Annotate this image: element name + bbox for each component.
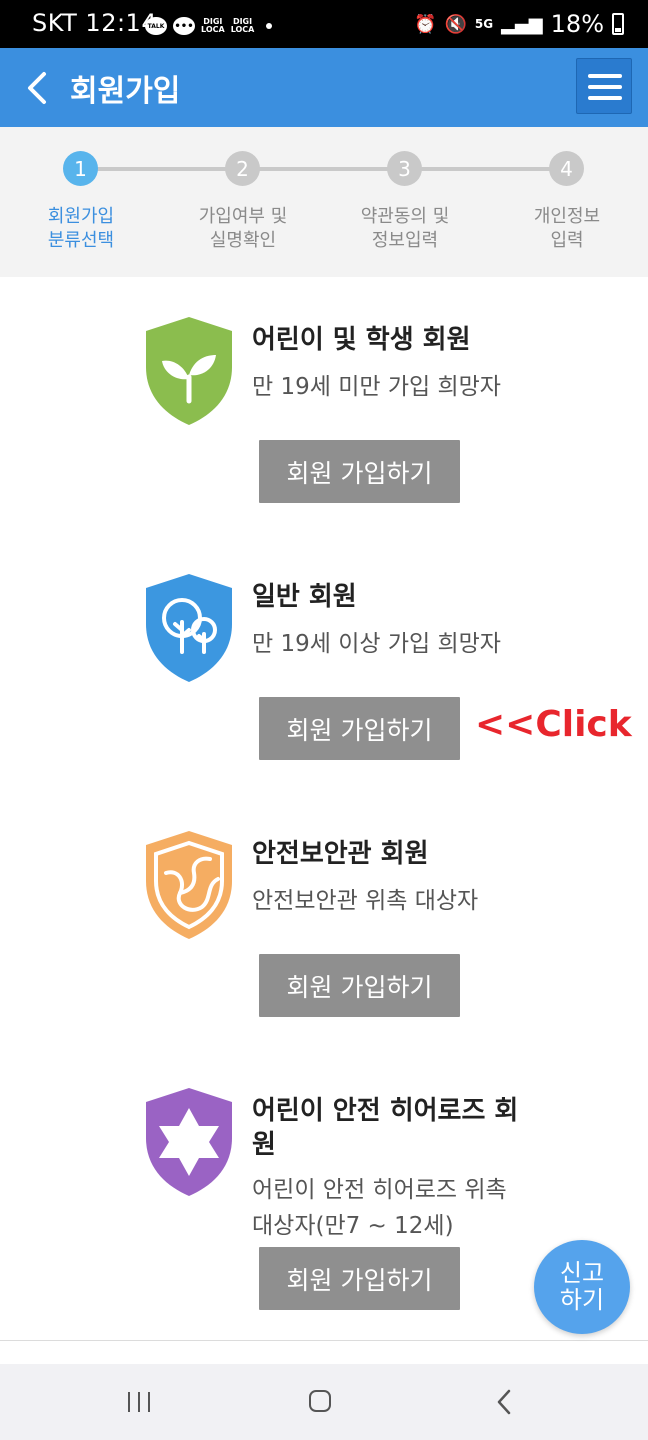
join-safety-guard-button[interactable]: 회원 가입하기 [259,954,460,1017]
click-annotation: <<Click [475,704,632,745]
step-3-label: 약관동의 및 정보입력 [360,206,450,251]
step-1-circle: 1 [63,151,98,186]
signal-icon: ▂▄▆ [501,13,543,35]
sprout-shield-icon [146,317,232,425]
mute-icon: 🔇 [444,13,467,35]
recent-apps-button[interactable] [128,1392,152,1412]
recent-apps-icon-bar [138,1392,140,1412]
card-title: 어린이 안전 히어로즈 회원 [252,1096,519,1160]
card-description: 만 19세 미만 가입 희망자 [252,374,501,400]
card-description: 어린이 안전 히어로즈 위촉 대상자(만7 ~ 12세) [252,1177,507,1239]
kakaotalk-icon: TALK [145,17,167,35]
progress-steps: 1 2 3 4 회원가입 분류선택 가입여부 및 실명확인 약관동의 및 정보입… [0,127,648,277]
member-card-child-student: 어린이 및 학생 회원 만 19세 미만 가입 희망자 회원 가입하기 [0,277,648,535]
digiloca-icon: DIGI LOCA [201,17,225,34]
menu-button[interactable] [576,58,632,114]
hamburger-icon [588,74,622,78]
app-header: 회원가입 [0,48,648,127]
join-general-button[interactable]: 회원 가입하기 [259,697,460,760]
status-time: SKT 12:14 [32,9,158,37]
report-button[interactable]: 신고 하기 [534,1240,630,1334]
card-title: 일반 회원 [252,582,357,612]
hamburger-icon-bar [588,85,622,89]
system-back-icon [497,1389,511,1415]
chevron-left-icon [28,72,46,104]
card-title: 어린이 및 학생 회원 [252,325,471,355]
recent-apps-icon [128,1392,130,1412]
network-5g-icon: 5G [474,17,494,31]
member-card-general: 일반 회원 만 19세 이상 가입 희망자 회원 가입하기 [0,534,648,792]
tree-shield-icon [146,574,232,682]
step-1-label: 회원가입 분류선택 [47,206,115,251]
card-title: 안전보안관 회원 [252,839,429,869]
battery-icon [612,13,624,35]
report-button-label: 신고 하기 [559,1259,605,1314]
page-title: 회원가입 [70,74,181,109]
member-card-safety-guard: 안전보안관 회원 안전보안관 위촉 대상자 회원 가입하기 [0,791,648,1049]
recent-apps-icon-bar [148,1392,150,1412]
step-2-label: 가입여부 및 실명확인 [198,206,288,251]
hamburger-icon-bar [588,96,622,100]
digiloca-icon-2: DIGI LOCA [230,17,255,34]
join-child-safety-heroes-button[interactable]: 회원 가입하기 [259,1247,460,1310]
card-description: 만 19세 이상 가입 희망자 [252,631,501,657]
message-icon: ••• [173,17,195,35]
home-button[interactable] [309,1390,331,1412]
alarm-icon: ⏰ [414,13,437,35]
star-shield-icon [146,1088,232,1196]
guard-shield-icon [146,831,232,939]
join-child-student-button[interactable]: 회원 가입하기 [259,440,460,503]
notification-icons: TALK ••• DIGI LOCA DIGI LOCA [145,15,273,37]
more-notifications-icon [266,23,273,29]
step-3-circle: 3 [387,151,422,186]
step-2-circle: 2 [225,151,260,186]
status-bar: SKT 12:14 TALK ••• DIGI LOCA DIGI LOCA ⏰… [0,0,648,48]
system-back-button[interactable] [492,1388,516,1416]
battery-percent: 18% [550,10,604,38]
system-nav-bar [0,1364,648,1440]
step-connector [81,167,567,171]
status-right: ⏰ 🔇 5G ▂▄▆ 18% [414,10,624,38]
step-4-circle: 4 [549,151,584,186]
step-4-label: 개인정보 입력 [533,206,601,251]
card-description: 안전보안관 위촉 대상자 [252,888,479,914]
back-button[interactable] [20,68,56,108]
